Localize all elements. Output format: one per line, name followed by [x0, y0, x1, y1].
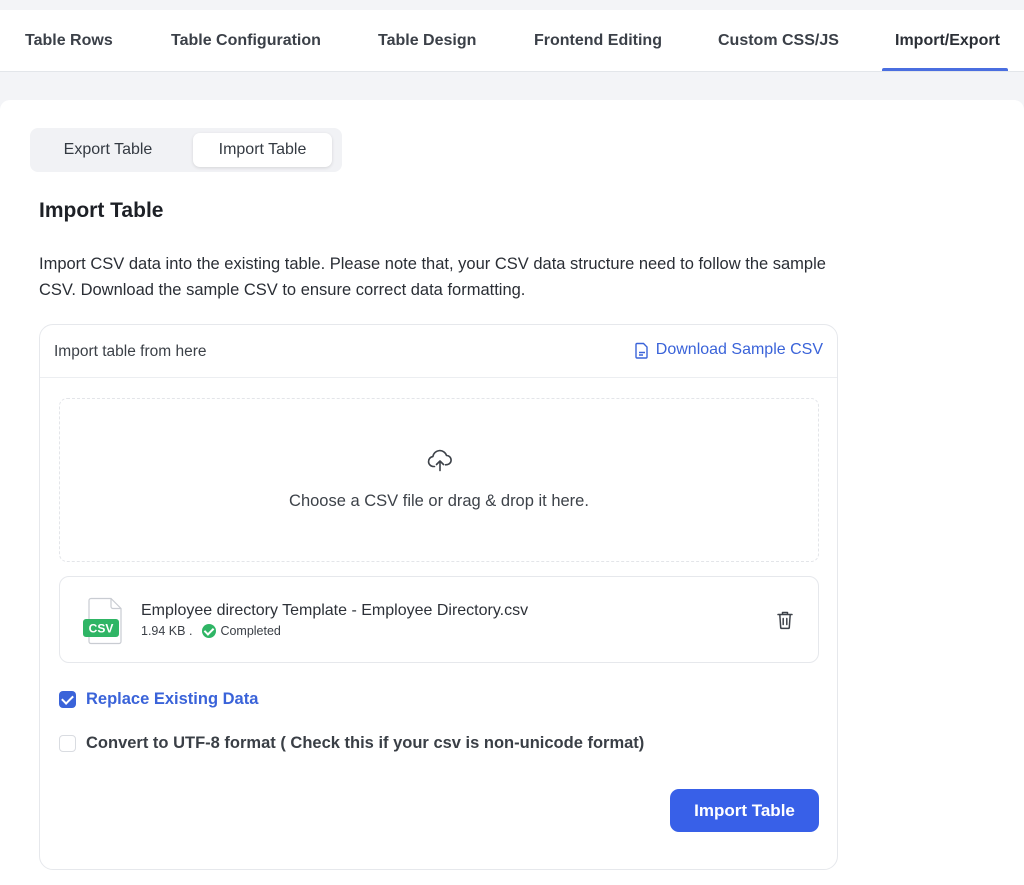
top-strip: [0, 0, 1024, 10]
check-circle-icon: [202, 624, 217, 638]
import-card: Import table from here Download Sample C…: [39, 324, 838, 870]
download-sample-csv-label: Download Sample CSV: [655, 341, 823, 358]
file-meta: 1.94 KB . Completed: [141, 624, 281, 638]
convert-utf8-checkbox[interactable]: [59, 735, 76, 752]
section-title: Import Table: [39, 199, 164, 222]
file-name: Employee directory Template - Employee D…: [141, 602, 529, 619]
export-import-toggle: Export Table Import Table: [30, 128, 342, 172]
dropzone-text: Choose a CSV file or drag & drop it here…: [289, 492, 589, 510]
convert-utf8-label: Convert to UTF-8 format ( Check this if …: [86, 734, 645, 752]
card-header: Import table from here Download Sample C…: [40, 325, 837, 378]
import-table-tab[interactable]: Import Table: [193, 133, 332, 167]
active-tab-indicator: [882, 68, 1008, 71]
tab-table-design[interactable]: Table Design: [378, 10, 476, 71]
export-table-tab[interactable]: Export Table: [38, 133, 178, 167]
upload-status: Completed: [220, 624, 281, 638]
tab-import-export[interactable]: Import/Export: [895, 10, 1000, 71]
file-size: 1.94 KB .: [141, 624, 193, 638]
tab-frontend-editing[interactable]: Frontend Editing: [534, 10, 662, 71]
trash-icon[interactable]: [776, 610, 794, 630]
uploaded-file-row: CSV Employee directory Template - Employ…: [59, 576, 819, 663]
tab-bar: Table Rows Table Configuration Table Des…: [0, 10, 1024, 72]
download-sample-csv-link[interactable]: Download Sample CSV: [634, 341, 823, 359]
csv-file-icon: CSV: [83, 597, 122, 645]
replace-existing-data-option[interactable]: Replace Existing Data: [59, 690, 258, 709]
tab-table-rows[interactable]: Table Rows: [25, 10, 113, 71]
import-export-panel: Export Table Import Table Import Table I…: [0, 100, 1024, 885]
convert-utf8-option[interactable]: Convert to UTF-8 format ( Check this if …: [59, 734, 644, 753]
card-header-label: Import table from here: [54, 343, 207, 360]
import-table-button[interactable]: Import Table: [670, 789, 819, 832]
replace-existing-data-checkbox[interactable]: [59, 691, 76, 708]
csv-badge: CSV: [89, 622, 114, 636]
replace-existing-data-label: Replace Existing Data: [86, 690, 259, 708]
section-description: Import CSV data into the existing table.…: [39, 255, 826, 299]
cloud-upload-icon: [427, 449, 452, 472]
file-dropzone[interactable]: Choose a CSV file or drag & drop it here…: [59, 398, 819, 562]
document-icon: [635, 342, 648, 359]
tab-custom-css-js[interactable]: Custom CSS/JS: [718, 10, 839, 71]
tab-table-configuration[interactable]: Table Configuration: [171, 10, 321, 71]
